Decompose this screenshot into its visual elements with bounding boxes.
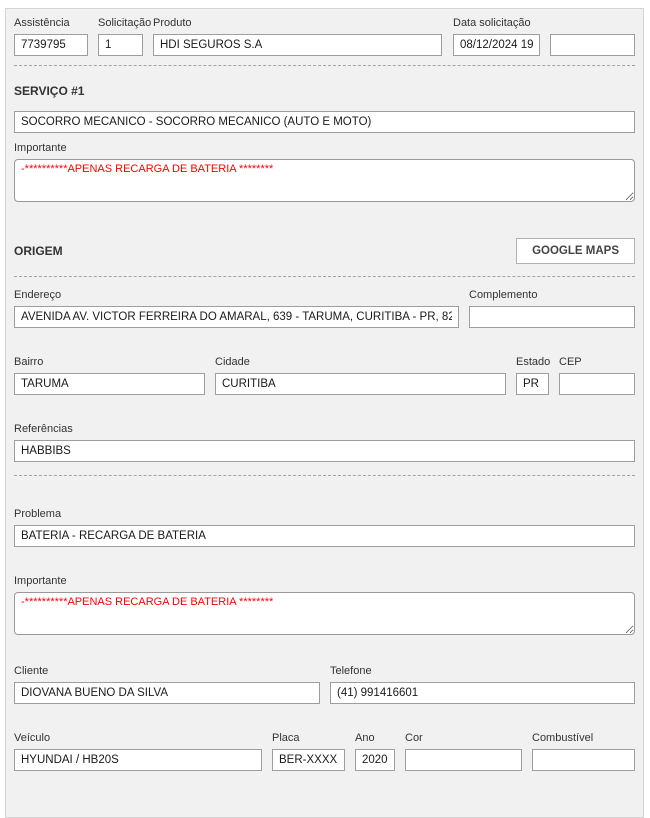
produto-label: Produto xyxy=(153,17,192,29)
cep-field: CEP xyxy=(559,356,635,395)
problema-importante-field: Importante -**********APENAS RECARGA DE … xyxy=(14,575,635,635)
problema-field: Problema xyxy=(14,508,635,547)
ano-field: Ano xyxy=(355,732,395,771)
assistencia-input[interactable] xyxy=(14,34,88,56)
service-request-panel: Assistência Solicitação Produto Data sol… xyxy=(5,8,644,818)
veiculo-row: Veículo Placa Ano Cor Combustível xyxy=(14,732,635,771)
estado-input[interactable] xyxy=(516,373,549,395)
header-row: Assistência Solicitação Produto Data sol… xyxy=(14,17,635,56)
cor-field: Cor xyxy=(405,732,522,771)
telefone-label: Telefone xyxy=(330,665,372,677)
cliente-label: Cliente xyxy=(14,665,49,677)
cliente-input[interactable] xyxy=(14,682,320,704)
placa-label: Placa xyxy=(272,732,300,744)
ano-input[interactable] xyxy=(355,749,395,771)
bairro-row: Bairro Cidade Estado CEP xyxy=(14,356,635,395)
servico-tipo-input[interactable] xyxy=(14,111,635,133)
complemento-label: Complemento xyxy=(469,289,538,301)
endereco-field: Endereço xyxy=(14,289,459,328)
assistencia-label: Assistência xyxy=(14,17,70,29)
data-solicitacao-input[interactable] xyxy=(453,34,540,56)
referencias-label: Referências xyxy=(14,423,73,435)
cor-label: Cor xyxy=(405,732,423,744)
cep-input[interactable] xyxy=(559,373,635,395)
origem-section-title: ORIGEM xyxy=(14,244,63,258)
cliente-row: Cliente Telefone xyxy=(14,665,635,704)
origem-header-row: ORIGEM GOOGLE MAPS xyxy=(14,238,635,264)
estado-label: Estado xyxy=(516,356,551,368)
data-solicitacao-field: Data solicitação xyxy=(453,17,540,56)
complemento-input[interactable] xyxy=(469,306,635,328)
dashed-divider xyxy=(14,475,635,476)
bairro-label: Bairro xyxy=(14,356,44,368)
veiculo-field: Veículo xyxy=(14,732,262,771)
veiculo-label: Veículo xyxy=(14,732,51,744)
assistencia-field: Assistência xyxy=(14,17,88,56)
produto-input[interactable] xyxy=(153,34,442,56)
cidade-label: Cidade xyxy=(215,356,250,368)
servico-importante-label: Importante xyxy=(14,142,67,154)
cliente-field: Cliente xyxy=(14,665,320,704)
problema-input[interactable] xyxy=(14,525,635,547)
telefone-field: Telefone xyxy=(330,665,635,704)
dashed-divider xyxy=(14,65,635,66)
combustivel-input[interactable] xyxy=(532,749,635,771)
cep-label: CEP xyxy=(559,356,582,368)
data-extra-input[interactable] xyxy=(550,34,635,56)
problema-importante-label: Importante xyxy=(14,575,67,587)
placa-field: Placa xyxy=(272,732,345,771)
servico-tipo-field xyxy=(14,111,635,133)
cor-input[interactable] xyxy=(405,749,522,771)
referencias-input[interactable] xyxy=(14,440,635,462)
google-maps-button[interactable]: GOOGLE MAPS xyxy=(516,238,635,264)
dashed-divider xyxy=(14,276,635,277)
veiculo-input[interactable] xyxy=(14,749,262,771)
solicitacao-label: Solicitação xyxy=(98,17,152,29)
cidade-field: Cidade xyxy=(215,356,506,395)
complemento-field: Complemento xyxy=(469,289,635,328)
problema-importante-textarea[interactable]: -**********APENAS RECARGA DE BATERIA ***… xyxy=(14,592,635,635)
solicitacao-field: Solicitação xyxy=(98,17,152,56)
data-extra-field xyxy=(550,34,635,56)
bairro-input[interactable] xyxy=(14,373,205,395)
endereco-input[interactable] xyxy=(14,306,459,328)
servico-section-title: SERVIÇO #1 xyxy=(14,84,85,98)
ano-label: Ano xyxy=(355,732,375,744)
servico-importante-field: Importante -**********APENAS RECARGA DE … xyxy=(14,142,635,202)
estado-field: Estado xyxy=(516,356,551,395)
endereco-label: Endereço xyxy=(14,289,62,301)
produto-field: Produto xyxy=(153,17,442,56)
endereco-row: Endereço Complemento xyxy=(14,289,635,328)
servico-importante-textarea[interactable]: -**********APENAS RECARGA DE BATERIA ***… xyxy=(14,159,635,202)
telefone-input[interactable] xyxy=(330,682,635,704)
bairro-field: Bairro xyxy=(14,356,205,395)
problema-label: Problema xyxy=(14,508,62,520)
combustivel-field: Combustível xyxy=(532,732,635,771)
data-solicitacao-label: Data solicitação xyxy=(453,17,531,29)
referencias-field: Referências xyxy=(14,423,635,462)
cidade-input[interactable] xyxy=(215,373,506,395)
placa-input[interactable] xyxy=(272,749,345,771)
combustivel-label: Combustível xyxy=(532,732,594,744)
solicitacao-input[interactable] xyxy=(98,34,143,56)
